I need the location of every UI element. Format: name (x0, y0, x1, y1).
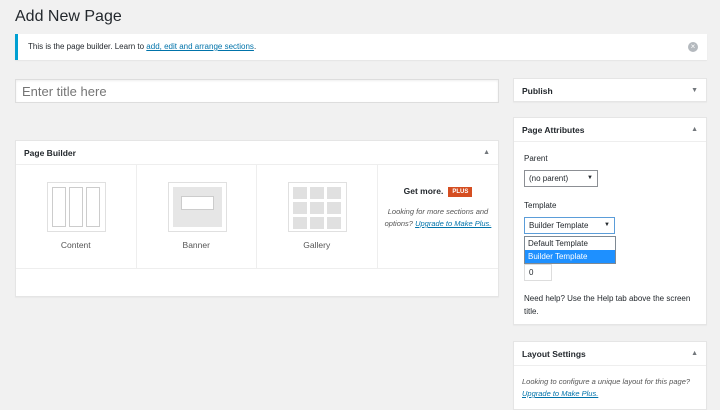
publish-box: Publish ▼ (513, 78, 707, 102)
publish-header[interactable]: Publish ▼ (514, 79, 706, 103)
section-label: Banner (182, 240, 210, 250)
template-label: Template (524, 201, 557, 210)
select-arrow-icon: ▼ (587, 175, 593, 181)
select-arrow-icon: ▼ (604, 222, 610, 228)
title-input[interactable] (15, 79, 499, 103)
notice-text: This is the page builder. Learn to (28, 42, 147, 51)
section-label: Gallery (303, 240, 331, 250)
collapse-arrow-icon[interactable]: ▲ (483, 141, 490, 165)
layout-settings-header[interactable]: Layout Settings ▲ (514, 342, 706, 366)
page-builder-header[interactable]: Page Builder ▲ (16, 141, 498, 165)
section-option-gallery[interactable]: Gallery (257, 165, 378, 268)
page-title: Add New Page (15, 8, 122, 25)
dismiss-icon[interactable]: × (688, 42, 698, 52)
plus-badge: PLUS (448, 187, 473, 197)
page-builder-title: Page Builder (24, 148, 76, 158)
banner-icon (167, 182, 227, 232)
page-attributes-box: Page Attributes ▲ Parent (no parent) ▼ T… (513, 117, 707, 325)
page-attributes-title: Page Attributes (522, 125, 585, 135)
help-text: Need help? Use the Help tab above the sc… (524, 294, 691, 316)
layout-settings-title: Layout Settings (522, 349, 586, 359)
template-option[interactable]: Default Template (525, 237, 615, 250)
get-more-title: Get more. (403, 186, 444, 196)
notice-period: . (253, 42, 257, 51)
section-option-banner[interactable]: Banner (137, 165, 257, 268)
collapse-arrow-icon[interactable]: ▲ (691, 118, 698, 142)
parent-select-value: (no parent) (529, 174, 569, 183)
upgrade-link[interactable]: Upgrade to Make Plus. (415, 219, 491, 228)
template-select-value: Builder Template (529, 221, 589, 230)
info-notice: This is the page builder. Learn to add, … (15, 34, 707, 60)
collapse-arrow-icon[interactable]: ▲ (691, 342, 698, 366)
get-more-promo: Get more. PLUS Looking for more sections … (378, 186, 498, 230)
parent-select[interactable]: (no parent) ▼ (524, 170, 598, 187)
section-option-content[interactable]: Content (16, 165, 137, 268)
expand-arrow-icon[interactable]: ▼ (691, 79, 698, 103)
layout-upgrade-link[interactable]: Upgrade to Make Plus. (522, 389, 598, 398)
notice-link[interactable]: add, edit and arrange sections (146, 42, 254, 51)
page-attributes-header[interactable]: Page Attributes ▲ (514, 118, 706, 142)
template-select[interactable]: Builder Template ▼ (524, 217, 615, 234)
parent-label: Parent (524, 154, 548, 163)
layout-settings-box: Layout Settings ▲ Looking to configure a… (513, 341, 707, 410)
template-dropdown: Default Template Builder Template (524, 236, 616, 264)
layout-settings-text: Looking to configure a unique layout for… (514, 366, 706, 410)
section-label: Content (60, 240, 91, 250)
template-option-selected[interactable]: Builder Template (525, 250, 615, 263)
order-input[interactable]: 0 (524, 264, 552, 281)
publish-title: Publish (522, 86, 553, 96)
layout-settings-message: Looking to configure a unique layout for… (522, 377, 691, 386)
gallery-grid-icon (288, 182, 347, 232)
content-columns-icon (47, 182, 106, 232)
